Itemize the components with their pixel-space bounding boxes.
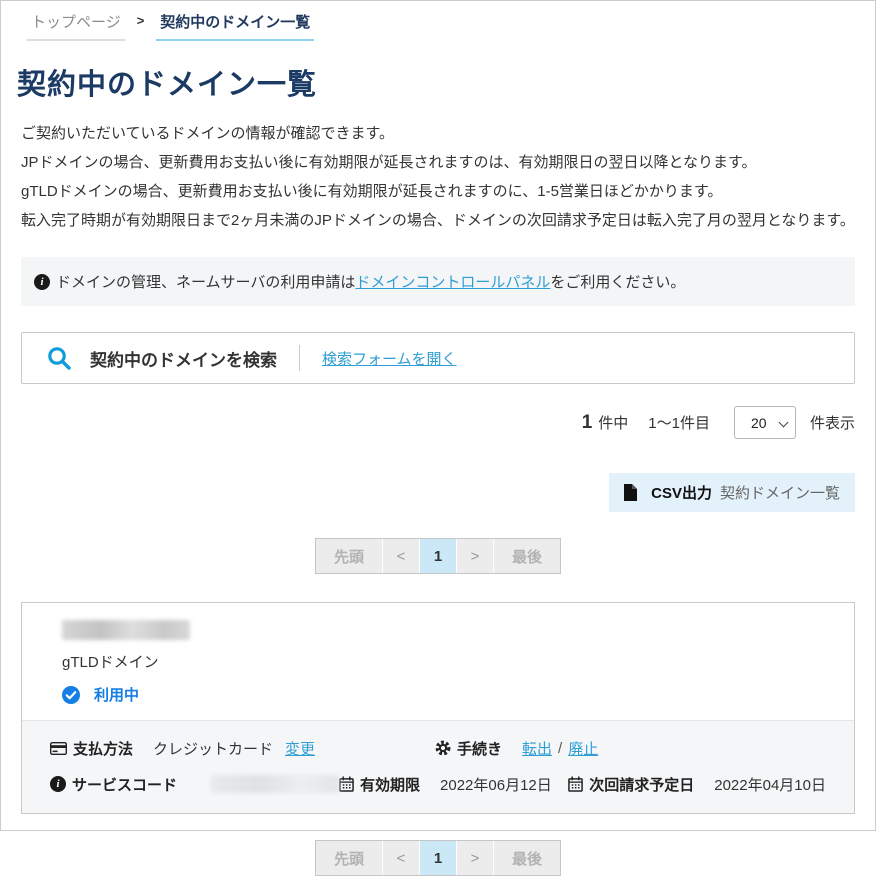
csv-export-label: CSV出力 <box>651 482 712 503</box>
breadcrumb: トップページ > 契約中のドメイン一覧 <box>21 11 855 41</box>
csv-export-sublabel: 契約ドメイン一覧 <box>720 482 840 503</box>
service-code-label: サービスコード <box>72 774 177 795</box>
payment-method-value: クレジットカード <box>153 738 273 759</box>
pagination-last-button[interactable]: 最後 <box>494 539 560 573</box>
info-icon <box>50 776 66 792</box>
result-total-count: 1 <box>582 412 593 434</box>
notice-text: ドメインの管理、ネームサーバの利用申請はドメインコントロールパネルをご利用くださ… <box>56 271 685 292</box>
pagination-prev-button[interactable]: < <box>383 841 419 875</box>
breadcrumb-home-link[interactable]: トップページ <box>27 11 125 41</box>
domain-status: 利用中 <box>62 684 814 705</box>
result-total-suffix: 件中 <box>598 412 628 433</box>
domain-control-panel-link[interactable]: ドメインコントロールパネル <box>355 274 550 291</box>
pagination-first-button[interactable]: 先頭 <box>316 539 382 573</box>
notice-pre: ドメインの管理、ネームサーバの利用申請は <box>56 274 355 291</box>
open-search-form-link[interactable]: 検索フォームを開く <box>322 348 457 369</box>
breadcrumb-separator: > <box>137 11 145 28</box>
csv-export-button[interactable]: CSV出力 契約ドメイン一覧 <box>609 473 855 512</box>
result-range: 1〜1件目 <box>648 412 710 433</box>
expiry-label: 有効期限 <box>360 774 420 795</box>
description-line: JPドメインの場合、更新費用お支払い後に有効期限が延長されますのは、有効期限日の… <box>21 148 855 177</box>
change-payment-link[interactable]: 変更 <box>285 738 315 759</box>
search-panel-title: 契約中のドメインを検索 <box>90 346 277 371</box>
procedure-label: 手続き <box>457 738 502 759</box>
description-line: 転入完了時期が有効期限日まで2ヶ月未満のJPドメインの場合、ドメインの次回請求予… <box>21 206 855 235</box>
next-billing-group: 次回請求予定日 2022年04月10日 <box>568 774 826 795</box>
next-billing-value: 2022年04月10日 <box>714 774 826 795</box>
domain-name-redacted <box>62 620 190 640</box>
breadcrumb-current: 契約中のドメイン一覧 <box>156 11 314 41</box>
transfer-out-link[interactable]: 転出 <box>522 738 552 759</box>
pagination-next-button[interactable]: > <box>457 539 493 573</box>
file-icon <box>624 484 637 501</box>
calendar-icon <box>568 776 583 792</box>
domain-card-details: 支払方法 クレジットカード 変更 手続き 転出 / 廃止 サービスコード <box>22 720 854 813</box>
expiry-group: 有効期限 2022年06月12日 <box>339 774 568 795</box>
page-title: 契約中のドメイン一覧 <box>17 61 855 103</box>
domain-type: gTLDドメイン <box>62 651 814 672</box>
notice-banner: ドメインの管理、ネームサーバの利用申請はドメインコントロールパネルをご利用くださ… <box>21 257 855 306</box>
domain-card-header: gTLDドメイン 利用中 <box>22 603 854 720</box>
payment-group: 支払方法 クレジットカード 変更 <box>50 738 435 759</box>
pagination-page-1-button[interactable]: 1 <box>420 841 456 875</box>
notice-post: をご利用ください。 <box>550 274 685 291</box>
divider <box>299 345 300 371</box>
check-circle-icon <box>62 686 80 704</box>
description-line: ご契約いただいているドメインの情報が確認できます。 <box>21 119 855 148</box>
pagination-first-button[interactable]: 先頭 <box>316 841 382 875</box>
service-code-group: サービスコード <box>50 774 339 795</box>
abolish-link[interactable]: 廃止 <box>568 738 598 759</box>
csv-export-row: CSV出力 契約ドメイン一覧 <box>21 473 855 512</box>
procedure-group: 手続き 転出 / 廃止 <box>435 738 598 759</box>
service-code-row: サービスコード 有効期限 2022年06月12日 次回請求予定日 2022年04… <box>50 769 826 799</box>
domain-search-panel: 契約中のドメインを検索 検索フォームを開く <box>21 332 855 384</box>
pagination-bottom: 先頭 < 1 > 最後 <box>315 840 561 876</box>
per-page-select-wrap: 20 <box>734 406 796 439</box>
payment-method-label: 支払方法 <box>73 738 133 759</box>
pagination-prev-button[interactable]: < <box>383 539 419 573</box>
calendar-icon <box>339 776 354 792</box>
pagination-next-button[interactable]: > <box>457 841 493 875</box>
pagination-last-button[interactable]: 最後 <box>494 841 560 875</box>
pagination-top: 先頭 < 1 > 最後 <box>315 538 561 574</box>
credit-card-icon <box>50 742 67 755</box>
domain-card: gTLDドメイン 利用中 支払方法 クレジットカード 変更 手続き <box>21 602 855 814</box>
per-page-select[interactable]: 20 <box>734 406 796 439</box>
search-icon <box>46 345 72 371</box>
expiry-value: 2022年06月12日 <box>440 774 552 795</box>
pagination-page-1-button[interactable]: 1 <box>420 539 456 573</box>
description-line: gTLDドメインの場合、更新費用お支払い後に有効期限が延長されますのに、1-5営… <box>21 177 855 206</box>
page-description: ご契約いただいているドメインの情報が確認できます。 JPドメインの場合、更新費用… <box>21 119 855 235</box>
next-billing-label: 次回請求予定日 <box>589 774 694 795</box>
per-page-suffix: 件表示 <box>810 412 855 433</box>
result-count-row: 1 件中 1〜1件目 20 件表示 <box>21 406 855 439</box>
status-badge: 利用中 <box>94 684 139 705</box>
service-code-redacted <box>211 775 339 793</box>
payment-procedure-row: 支払方法 クレジットカード 変更 手続き 転出 / 廃止 <box>50 733 826 763</box>
info-icon <box>34 274 50 290</box>
procedure-slash: / <box>558 740 562 757</box>
gear-icon <box>435 740 451 756</box>
